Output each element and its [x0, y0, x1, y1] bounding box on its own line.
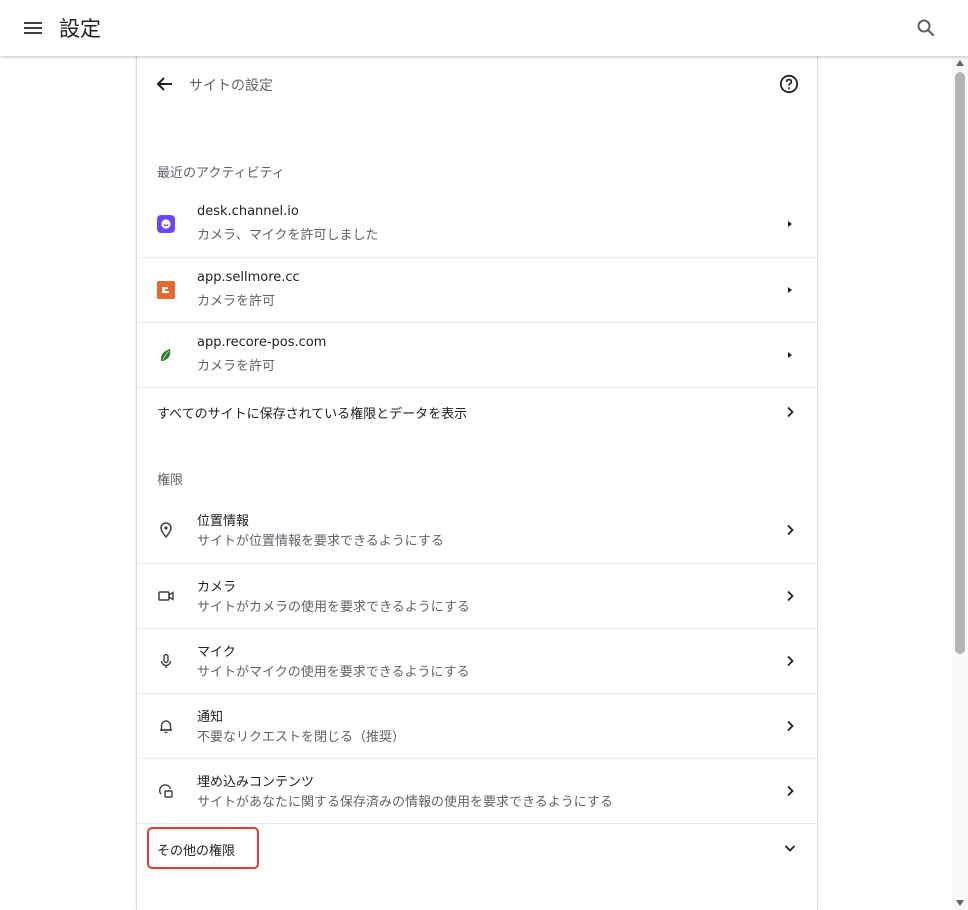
bell-icon	[160, 720, 172, 734]
site-permission-detail: カメラ、マイクを許可しました	[197, 228, 379, 243]
site-name: desk.channel.io	[197, 204, 299, 219]
recent-site-row[interactable]: desk.channel.io カメラ、マイクを許可しました	[137, 192, 817, 257]
view-all-sites-row[interactable]: すべてのサイトに保存されている権限とデータを表示	[137, 387, 817, 435]
permission-desc: サイトが位置情報を要求できるようにする	[197, 534, 444, 549]
permission-desc: サイトがマイクの使用を要求できるようにする	[197, 665, 470, 680]
site-name: app.recore-pos.com	[197, 335, 327, 350]
recent-site-row[interactable]: app.recore-pos.com カメラを許可	[137, 322, 817, 387]
permission-title: カメラ	[197, 580, 237, 595]
permission-desc: 不要なリクエストを閉じる（推奨）	[197, 730, 406, 745]
scrollbar-thumb[interactable]	[955, 72, 965, 654]
chevron-right-icon	[787, 720, 794, 732]
chevron-right-icon	[788, 352, 792, 358]
vertical-scrollbar[interactable]	[952, 56, 968, 910]
permission-desc: サイトがカメラの使用を要求できるようにする	[197, 600, 470, 615]
permission-row-notifications[interactable]: 通知 不要なリクエストを閉じる（推奨）	[137, 693, 817, 758]
chevron-right-icon	[787, 655, 794, 667]
more-permissions-label: その他の権限	[157, 844, 236, 859]
permission-title: 通知	[197, 710, 224, 725]
permission-row-camera[interactable]: カメラ サイトがカメラの使用を要求できるようにする	[137, 563, 817, 628]
page-title: 設定	[59, 17, 101, 41]
microphone-icon	[160, 653, 172, 668]
chevron-right-icon	[787, 785, 794, 797]
recore-favicon-icon	[157, 346, 175, 364]
permission-title: マイク	[197, 645, 236, 660]
site-permission-detail: カメラを許可	[197, 359, 276, 374]
chevron-right-icon	[788, 287, 792, 293]
view-all-sites-label: すべてのサイトに保存されている権限とデータを表示	[157, 407, 468, 422]
scroll-down-arrow-icon[interactable]	[956, 900, 964, 906]
subpage-header: サイトの設定	[137, 56, 817, 112]
chevron-right-icon	[787, 590, 794, 602]
menu-icon[interactable]	[24, 20, 42, 36]
search-icon[interactable]	[914, 16, 938, 40]
embedded-content-icon	[159, 784, 173, 798]
chevron-right-icon	[787, 524, 794, 536]
chevron-down-icon	[784, 845, 796, 852]
subpage-title: サイトの設定	[189, 78, 273, 94]
permission-row-microphone[interactable]: マイク サイトがマイクの使用を要求できるようにする	[137, 628, 817, 693]
camera-icon	[158, 591, 174, 601]
help-icon[interactable]	[779, 74, 799, 94]
permissions-heading: 権限	[157, 473, 184, 488]
scroll-up-arrow-icon[interactable]	[956, 60, 964, 66]
permission-title: 埋め込みコンテンツ	[197, 775, 315, 790]
recent-activity-heading: 最近のアクティビティ	[157, 166, 285, 181]
location-pin-icon	[160, 522, 172, 539]
permission-desc: サイトがあなたに関する保存済みの情報の使用を要求できるようにする	[197, 795, 613, 810]
more-permissions-row[interactable]: その他の権限	[137, 823, 817, 871]
chevron-right-icon	[787, 406, 794, 418]
chevron-right-icon	[788, 221, 792, 227]
permission-row-location[interactable]: 位置情報 サイトが位置情報を要求できるようにする	[137, 498, 817, 563]
channel-favicon-icon	[157, 215, 175, 233]
sellmore-favicon-icon	[157, 281, 175, 299]
permission-title: 位置情報	[197, 514, 250, 529]
top-toolbar: 設定	[0, 0, 968, 56]
settings-card: サイトの設定 最近のアクティビティ desk.channel.io カメラ、マイ…	[136, 56, 818, 910]
site-permission-detail: カメラを許可	[197, 294, 276, 309]
permission-row-embedded-content[interactable]: 埋め込みコンテンツ サイトがあなたに関する保存済みの情報の使用を要求できるように…	[137, 758, 817, 823]
site-name: app.sellmore.cc	[197, 270, 300, 285]
recent-site-row[interactable]: app.sellmore.cc カメラを許可	[137, 257, 817, 322]
back-arrow-icon[interactable]	[153, 72, 177, 96]
